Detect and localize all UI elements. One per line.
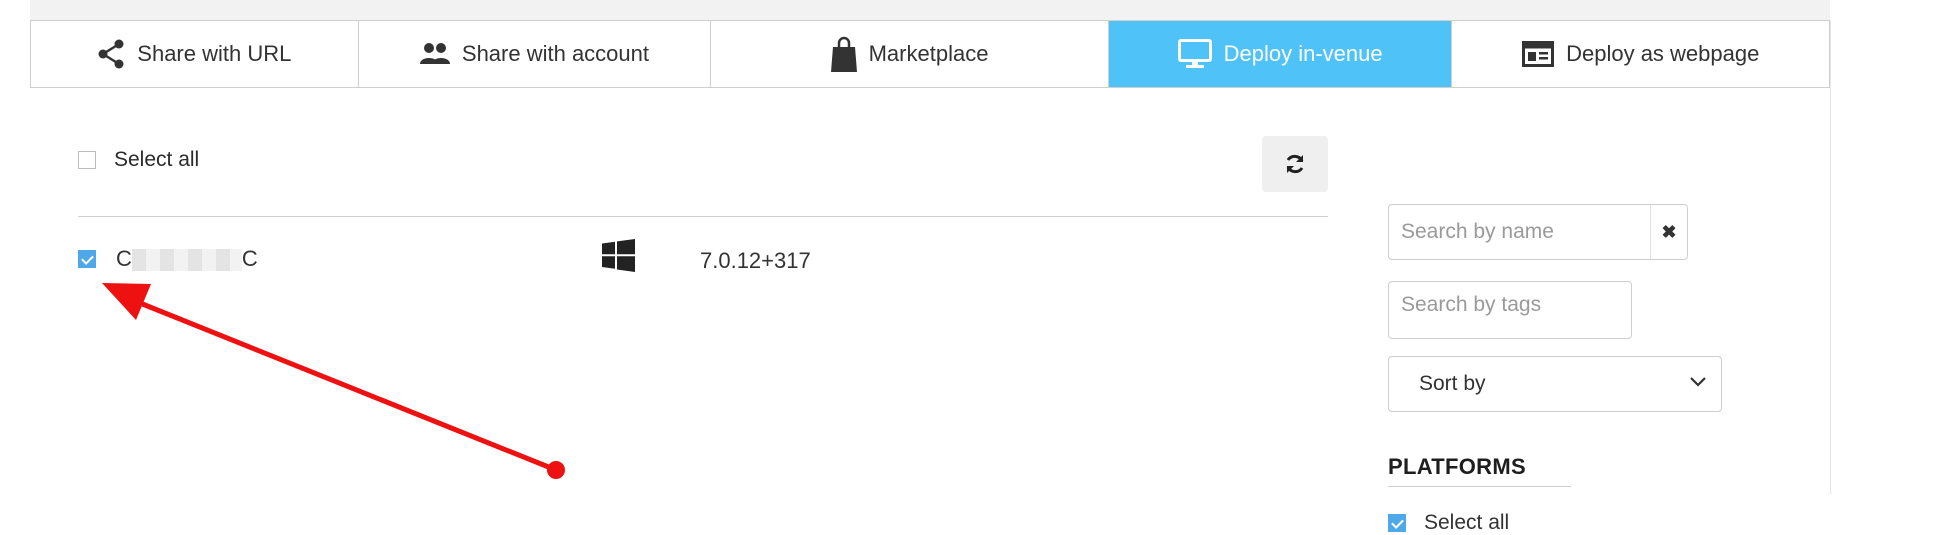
tab-label: Marketplace bbox=[868, 41, 989, 66]
deploy-panel: Select all CC 7.0.12+317 ✖ Sort by PLAT bbox=[30, 88, 1830, 534]
tab-label: Deploy in-venue bbox=[1223, 41, 1383, 66]
tab-marketplace[interactable]: Marketplace bbox=[711, 21, 1109, 87]
tab-share-with-url[interactable]: Share with URL bbox=[31, 21, 359, 87]
build-version: 7.0.12+317 bbox=[700, 248, 811, 273]
browser-window-icon bbox=[1522, 41, 1555, 67]
platforms-divider bbox=[1388, 486, 1571, 487]
tab-bar: Share with URL Share with account Market… bbox=[30, 20, 1830, 88]
tab-deploy-as-webpage[interactable]: Deploy as webpage bbox=[1452, 21, 1829, 87]
chevron-down-icon bbox=[1690, 377, 1706, 387]
windows-icon bbox=[602, 239, 635, 272]
select-all: Select all bbox=[78, 148, 199, 172]
list-divider bbox=[78, 216, 1328, 217]
users-icon bbox=[419, 43, 450, 64]
sort-by-select[interactable]: Sort by bbox=[1388, 356, 1722, 412]
search-by-name: ✖ bbox=[1388, 204, 1688, 260]
redacted-name bbox=[131, 249, 242, 272]
select-all-label: Select all bbox=[114, 148, 200, 171]
platforms-heading: PLATFORMS bbox=[1388, 454, 1526, 479]
sort-by-label: Sort by bbox=[1419, 372, 1486, 395]
platforms-select-all-checkbox[interactable] bbox=[1388, 514, 1406, 532]
top-strip bbox=[30, 0, 1830, 20]
tab-label: Share with URL bbox=[137, 41, 292, 66]
search-name-input[interactable] bbox=[1399, 219, 1633, 245]
refresh-button[interactable] bbox=[1262, 136, 1328, 192]
share-icon bbox=[98, 39, 124, 69]
shopping-bag-icon bbox=[830, 36, 857, 72]
tab-label: Deploy as webpage bbox=[1566, 41, 1760, 66]
monitor-icon bbox=[1177, 39, 1212, 68]
refresh-icon bbox=[1286, 154, 1304, 174]
content-frame: Share with URL Share with account Market… bbox=[30, 20, 1831, 534]
clear-search-button[interactable]: ✖ bbox=[1650, 205, 1687, 259]
search-tags-input[interactable] bbox=[1399, 292, 1623, 318]
platforms-select-all-label: Select all bbox=[1424, 511, 1510, 534]
tab-deploy-in-venue[interactable]: Deploy in-venue bbox=[1108, 21, 1453, 87]
build-checkbox[interactable] bbox=[78, 250, 96, 268]
tab-share-with-account[interactable]: Share with account bbox=[359, 21, 712, 87]
select-all-checkbox[interactable] bbox=[78, 151, 96, 169]
platforms-select-all: Select all bbox=[1388, 511, 1509, 535]
build-name: CC bbox=[116, 246, 258, 272]
search-by-tags bbox=[1388, 281, 1632, 339]
tab-label: Share with account bbox=[461, 41, 649, 66]
build-row: CC 7.0.12+317 bbox=[78, 233, 1328, 293]
